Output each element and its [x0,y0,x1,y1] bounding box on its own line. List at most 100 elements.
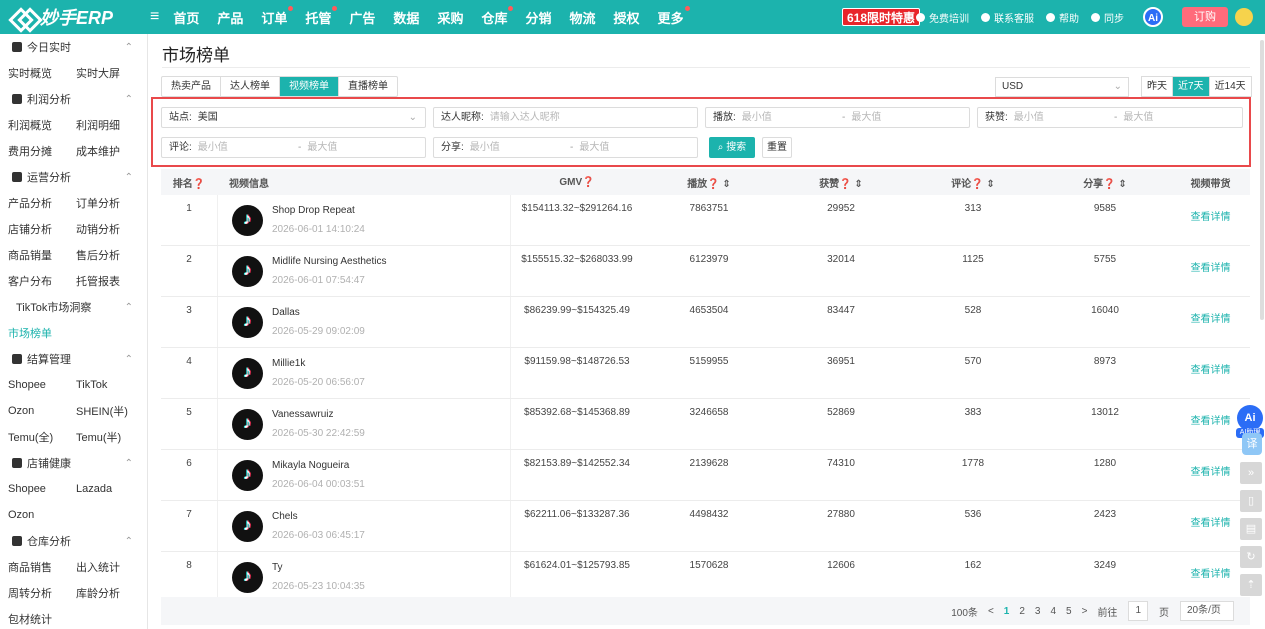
reset-button[interactable]: 重置 [762,137,792,158]
page-4[interactable]: 4 [1050,606,1056,617]
video-title[interactable]: Chels [272,509,365,524]
sidebar-section-header[interactable]: 结算管理 ⌃ [0,346,147,372]
app-logo[interactable]: 妙手ERP [0,4,148,30]
nav-item-9[interactable]: 物流 [569,8,595,27]
expand-icon[interactable]: » [1240,462,1262,484]
tab-1[interactable]: 达人榜单 [221,77,280,96]
translate-button[interactable]: 译 [1242,433,1262,455]
note-icon[interactable]: ▤ [1240,518,1262,540]
col-like[interactable]: 获赞❓ ⇕ [775,175,907,190]
nav-item-8[interactable]: 分销 [525,8,551,27]
nav-item-2[interactable]: 订单 [261,5,294,27]
tab-3[interactable]: 直播榜单 [339,77,397,96]
sidebar-item[interactable]: 商品销售 [0,559,68,575]
tab-2[interactable]: 视频榜单 [280,77,339,96]
video-info-cell[interactable]: Millie1k 2026-05-20 06:56:07 [217,348,511,398]
scrollbar[interactable] [1260,40,1264,320]
sidebar-item[interactable]: 托管报表 [68,273,136,289]
order-button[interactable]: 订购 [1182,7,1228,27]
page-1[interactable]: 1 [1004,606,1010,617]
sidebar-section-header[interactable]: 今日实时 ⌃ [0,34,147,60]
view-details-link[interactable]: 查看详情 [1171,501,1250,551]
currency-select[interactable]: USD ⌄ [995,77,1129,97]
range-2[interactable]: 近14天 [1210,77,1251,96]
sidebar-section-header[interactable]: 利润分析 ⌃ [0,86,147,112]
video-info-cell[interactable]: Shop Drop Repeat 2026-06-01 14:10:24 [217,195,511,245]
sidebar-item[interactable]: 成本维护 [68,143,136,159]
sidebar-item[interactable]: 商品销量 [0,247,68,263]
view-details-link[interactable]: 查看详情 [1171,297,1250,347]
sidebar-item[interactable]: Temu(全) [0,429,68,445]
sidebar-item[interactable]: 客户分布 [0,273,68,289]
ai-assistant-button[interactable]: Ai [1143,7,1163,27]
share-range-field[interactable]: 分享: 最小值 - 最大值 [433,137,698,158]
page-3[interactable]: 3 [1035,606,1041,617]
range-0[interactable]: 昨天 [1142,77,1173,96]
video-info-cell[interactable]: Midlife Nursing Aesthetics 2026-06-01 07:… [217,246,511,296]
nav-item-11[interactable]: 更多 [658,5,690,27]
refresh-icon[interactable]: ↻ [1240,546,1262,568]
sidebar-item[interactable]: 订单分析 [68,195,136,211]
view-details-link[interactable]: 查看详情 [1171,348,1250,398]
play-range-field[interactable]: 播放: 最小值 - 最大值 [705,107,970,128]
sidebar-item[interactable]: 动销分析 [68,221,136,237]
view-details-link[interactable]: 查看详情 [1171,246,1250,296]
nav-item-1[interactable]: 产品 [217,8,243,27]
page-size-select[interactable]: 20条/页 [1180,601,1234,621]
sidebar-item[interactable]: 市场榜单 [0,325,68,341]
sidebar-item[interactable]: 费用分摊 [0,143,68,159]
sidebar-item[interactable]: 售后分析 [68,247,136,263]
nickname-field[interactable]: 达人昵称: 请输入达人昵称 [433,107,698,128]
col-comment[interactable]: 评论❓ ⇕ [907,175,1039,190]
sidebar-item[interactable]: Temu(半) [68,429,136,445]
sidebar-item[interactable]: 出入统计 [68,559,136,575]
sidebar-section-header[interactable]: 店铺健康 ⌃ [0,450,147,476]
video-title[interactable]: Dallas [272,305,365,320]
sidebar-item[interactable]: Shopee [0,379,68,391]
prev-page-button[interactable]: < [988,606,994,617]
video-info-cell[interactable]: Chels 2026-06-03 06:45:17 [217,501,511,551]
user-avatar[interactable] [1235,8,1253,26]
sidebar-item[interactable]: 周转分析 [0,585,68,601]
tool-chat[interactable]: 联系客服 [981,10,1034,25]
nav-item-0[interactable]: 首页 [173,8,199,27]
sidebar-item[interactable]: 利润明细 [68,117,136,133]
nav-item-4[interactable]: 广告 [349,8,375,27]
site-select[interactable]: 站点: 美国 ⌄ [161,107,426,128]
like-range-field[interactable]: 获赞: 最小值 - 最大值 [977,107,1243,128]
col-play[interactable]: 播放❓ ⇕ [643,175,775,190]
video-title[interactable]: Millie1k [272,356,365,371]
video-title[interactable]: Midlife Nursing Aesthetics [272,254,387,269]
range-1[interactable]: 近7天 [1173,77,1210,96]
view-details-link[interactable]: 查看详情 [1171,450,1250,500]
sidebar-item[interactable]: 利润概览 [0,117,68,133]
tab-0[interactable]: 热卖产品 [162,77,221,96]
nav-item-7[interactable]: 仓库 [481,5,514,27]
next-page-button[interactable]: > [1082,606,1088,617]
sidebar-item[interactable]: 店铺分析 [0,221,68,237]
sidebar-item[interactable]: 实时大屏 [68,65,136,81]
sidebar-section-header[interactable]: 运营分析 ⌃ [0,164,147,190]
view-details-link[interactable]: 查看详情 [1171,552,1250,602]
video-info-cell[interactable]: Dallas 2026-05-29 09:02:09 [217,297,511,347]
nav-item-10[interactable]: 授权 [614,8,640,27]
comment-range-field[interactable]: 评论: 最小值 - 最大值 [161,137,426,158]
video-title[interactable]: Ty [272,560,365,575]
tool-training[interactable]: 免费培训 [916,10,969,25]
back-to-top-icon[interactable]: ⇡ [1240,574,1262,596]
col-share[interactable]: 分享❓ ⇕ [1039,175,1171,190]
nav-item-6[interactable]: 采购 [437,8,463,27]
page-5[interactable]: 5 [1066,606,1072,617]
promo-banner[interactable]: 618限时特惠 [842,8,921,26]
video-info-cell[interactable]: Vanessawruiz 2026-05-30 22:42:59 [217,399,511,449]
video-title[interactable]: Vanessawruiz [272,407,365,422]
sidebar-item[interactable]: SHEIN(半) [68,403,136,419]
page-2[interactable]: 2 [1019,606,1025,617]
sidebar-item[interactable]: Shopee [0,483,68,495]
sort-icon[interactable]: ⇕ [722,179,730,190]
video-title[interactable]: Shop Drop Repeat [272,203,365,218]
sidebar-item[interactable]: 实时概览 [0,65,68,81]
tool-help[interactable]: 帮助 [1046,10,1079,25]
sidebar-item[interactable]: 产品分析 [0,195,68,211]
nav-item-3[interactable]: 托管 [305,5,338,27]
